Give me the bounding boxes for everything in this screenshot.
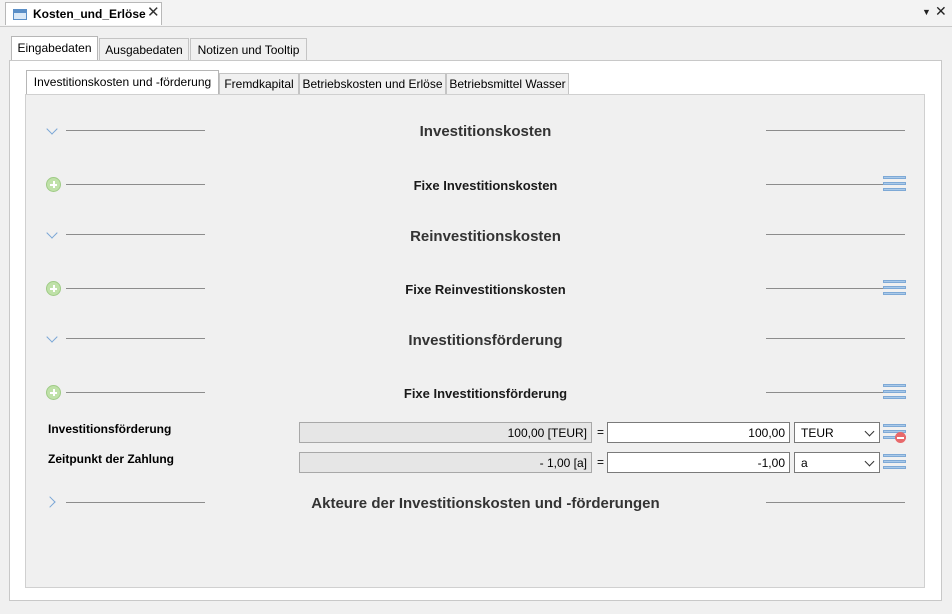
file-icon — [13, 9, 27, 20]
tab-betriebskosten-und-erloese[interactable]: Betriebskosten und Erlöse — [299, 73, 446, 94]
section-divider — [766, 338, 905, 339]
computed-value-investitionsfoerderung: 100,00 [TEUR] — [299, 422, 592, 443]
section-divider — [66, 502, 205, 503]
unit-value: TEUR — [801, 426, 834, 440]
section-title-fixe-reinvestitionskosten: Fixe Reinvestitionskosten — [405, 282, 566, 297]
input-zeitpunkt-der-zahlung[interactable]: -1,00 — [607, 452, 790, 473]
section-divider — [66, 184, 205, 185]
view-menu-icon[interactable]: ▼ — [922, 7, 931, 17]
plus-circle-icon[interactable] — [46, 177, 61, 192]
tab-fremdkapital[interactable]: Fremdkapital — [219, 73, 299, 94]
field-label-zeitpunkt-der-zahlung: Zeitpunkt der Zahlung — [48, 452, 174, 466]
section-divider — [66, 234, 205, 235]
section-divider — [766, 184, 883, 185]
section-title-fixe-investitionsfoerderung: Fixe Investitionsförderung — [403, 386, 568, 401]
field-label-investitionsfoerderung: Investitionsförderung — [48, 422, 172, 436]
section-title-investitionskosten: Investitionskosten — [419, 123, 552, 140]
section-divider — [66, 392, 205, 393]
equals-sign: = — [597, 425, 605, 439]
list-icon[interactable] — [883, 176, 906, 192]
editor-tab[interactable]: Kosten_und_Erlöse ✕ — [5, 2, 162, 25]
section-divider — [766, 392, 883, 393]
plus-circle-icon[interactable] — [46, 281, 61, 296]
list-icon[interactable] — [883, 384, 906, 400]
list-icon[interactable] — [883, 280, 906, 296]
tab-label: Investitionskosten und -förderung — [33, 75, 212, 89]
section-divider — [766, 130, 905, 131]
close-tab-icon[interactable]: ✕ — [147, 5, 160, 21]
tab-betriebsmittel-wasser[interactable]: Betriebsmittel Wasser — [446, 73, 569, 94]
tab-ausgabedaten[interactable]: Ausgabedaten — [99, 38, 189, 60]
tab-label: Eingabedaten — [17, 41, 92, 55]
view-close-icon[interactable]: ✕ — [935, 3, 947, 20]
tab-label: Ausgabedaten — [105, 43, 183, 57]
tab-label: Betriebskosten und Erlöse — [302, 77, 443, 91]
tab-label: Betriebsmittel Wasser — [449, 77, 566, 91]
remove-icon[interactable] — [895, 432, 906, 443]
input-investitionsfoerderung[interactable]: 100,00 — [607, 422, 790, 443]
chevron-down-icon — [864, 456, 875, 467]
tab-label: Notizen und Tooltip — [197, 43, 300, 57]
section-title-investitionsfoerderung: Investitionsförderung — [408, 332, 563, 349]
plus-circle-icon[interactable] — [46, 385, 61, 400]
section-title-reinvestitionskosten: Reinvestitionskosten — [410, 228, 561, 245]
section-divider — [66, 130, 205, 131]
section-divider — [766, 502, 905, 503]
section-title-akteure: Akteure der Investitionskosten und -förd… — [311, 495, 660, 512]
list-icon[interactable] — [883, 424, 906, 443]
section-divider — [766, 234, 905, 235]
tab-eingabedaten[interactable]: Eingabedaten — [11, 36, 98, 61]
unit-value: a — [801, 456, 808, 470]
tab-notizen-und-tooltip[interactable]: Notizen und Tooltip — [190, 38, 307, 60]
unit-select-zeitpunkt[interactable]: a — [794, 452, 880, 473]
section-divider — [66, 338, 205, 339]
list-icon[interactable] — [883, 454, 906, 470]
computed-value-zeitpunkt: - 1,00 [a] — [299, 452, 592, 473]
section-title-fixe-investitionskosten: Fixe Investitionskosten — [413, 178, 558, 193]
chevron-down-icon — [864, 426, 875, 437]
unit-select-investitionsfoerderung[interactable]: TEUR — [794, 422, 880, 443]
editor-tab-title: Kosten_und_Erlöse — [33, 7, 146, 21]
equals-sign: = — [597, 455, 605, 469]
section-divider — [766, 288, 883, 289]
section-divider — [66, 288, 205, 289]
tab-label: Fremdkapital — [224, 77, 294, 91]
tab-investitionskosten-und-foerderung[interactable]: Investitionskosten und -förderung — [26, 70, 219, 95]
